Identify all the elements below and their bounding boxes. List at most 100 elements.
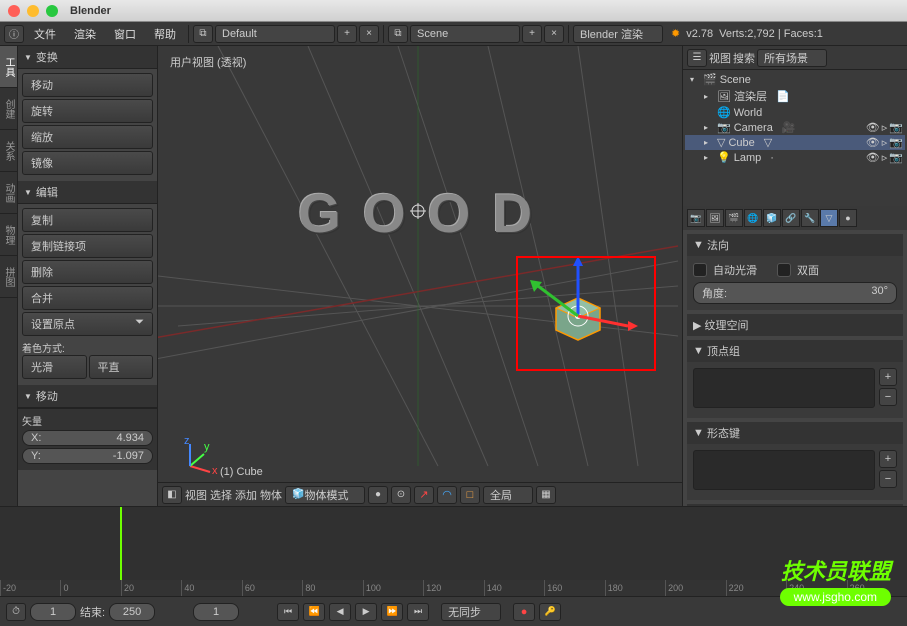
auto-keyframe-button[interactable]: ● xyxy=(513,603,535,621)
set-origin-dropdown[interactable]: 设置原点⏷ xyxy=(22,312,153,336)
editor-type-icon[interactable]: ◧ xyxy=(162,486,182,504)
outliner-editor-icon[interactable]: ☰ xyxy=(687,49,707,67)
shading-solid-icon[interactable]: ● xyxy=(368,486,388,504)
vgroups-list[interactable] xyxy=(693,368,875,408)
x-field[interactable]: X:4.934 xyxy=(22,430,153,446)
outliner-view[interactable]: 视图 xyxy=(709,50,731,66)
tab-relations[interactable]: 关系 xyxy=(0,130,17,172)
prop-tab-render-icon[interactable]: 📷 xyxy=(687,209,705,227)
timeline-canvas[interactable]: -20020406080100120140160180200220240260 xyxy=(0,507,907,596)
sync-dropdown[interactable]: 无同步 xyxy=(441,603,501,621)
orientation-dropdown[interactable]: 全局 xyxy=(483,486,533,504)
prop-tab-constraints-icon[interactable]: 🔗 xyxy=(782,209,800,227)
layout-dropdown[interactable]: Default xyxy=(215,25,335,43)
end-frame-field[interactable]: 250 xyxy=(109,603,155,621)
vp-menu-select[interactable]: 选择 xyxy=(210,487,232,503)
remove-layout-button[interactable]: × xyxy=(359,25,379,43)
panel-transform-header[interactable]: ▼变换 xyxy=(18,46,157,69)
y-field[interactable]: Y:-1.097 xyxy=(22,448,153,464)
outliner-item[interactable]: 🌐World xyxy=(685,105,905,120)
minimize-icon[interactable] xyxy=(27,5,39,17)
outliner-item[interactable]: ▾🎬Scene xyxy=(685,72,905,87)
current-frame-field[interactable]: 1 xyxy=(193,603,239,621)
delete-button[interactable]: 删除 xyxy=(22,260,153,284)
shapekeys-panel-header[interactable]: ▼ 形态键 xyxy=(687,422,903,444)
keyframe-next-button[interactable]: ⏩ xyxy=(381,603,403,621)
prop-tab-renderlayers-icon[interactable]: 🖼 xyxy=(706,209,724,227)
prop-tab-material-icon[interactable]: ● xyxy=(839,209,857,227)
outliner-item[interactable]: ▸🖼渲染层📄 xyxy=(685,87,905,105)
outliner-filter-dropdown[interactable]: 所有场景 xyxy=(757,49,827,67)
shapekey-add-button[interactable]: + xyxy=(879,450,897,468)
scene-browse-icon[interactable]: ⧉ xyxy=(388,25,408,43)
3d-viewport[interactable]: GOOD 用户视图 (透视) (1) Cube x y z ◧ 视图 选择 添加… xyxy=(158,46,682,506)
scale-button[interactable]: 缩放 xyxy=(22,125,153,149)
play-button[interactable]: ▶ xyxy=(355,603,377,621)
join-button[interactable]: 合并 xyxy=(22,286,153,310)
outliner-item[interactable]: ▸💡Lamp·👁▹📷 xyxy=(685,150,905,165)
translate-button[interactable]: 移动 xyxy=(22,73,153,97)
mode-dropdown[interactable]: 🧊 物体模式 xyxy=(285,486,365,504)
shapekeys-list[interactable] xyxy=(693,450,875,490)
vgroup-add-button[interactable]: + xyxy=(879,368,897,386)
pivot-icon[interactable]: ⊙ xyxy=(391,486,411,504)
keyframe-prev-button[interactable]: ⏪ xyxy=(303,603,325,621)
prop-tab-data-icon[interactable]: ▽ xyxy=(820,209,838,227)
angle-field[interactable]: 角度:30° xyxy=(693,282,897,304)
tab-create[interactable]: 创建 xyxy=(0,88,17,130)
timeline-editor-icon[interactable]: ⏱ xyxy=(6,603,26,621)
shapekey-remove-button[interactable]: − xyxy=(879,470,897,488)
shade-smooth-button[interactable]: 光滑 xyxy=(22,355,87,379)
vgroup-remove-button[interactable]: − xyxy=(879,388,897,406)
vgroups-panel-header[interactable]: ▼ 顶点组 xyxy=(687,340,903,362)
add-layout-button[interactable]: + xyxy=(337,25,357,43)
tab-greasepencil[interactable]: 拼图 xyxy=(0,256,17,298)
tab-animation[interactable]: 动画 xyxy=(0,172,17,214)
prop-tab-object-icon[interactable]: 🧊 xyxy=(763,209,781,227)
menu-help[interactable]: 帮助 xyxy=(146,24,184,44)
vp-menu-view[interactable]: 视图 xyxy=(185,487,207,503)
duplicate-button[interactable]: 复制 xyxy=(22,208,153,232)
info-editor-icon[interactable]: ⓘ xyxy=(4,25,24,43)
tab-tools[interactable]: 工具 xyxy=(0,46,17,88)
rotate-button[interactable]: 旋转 xyxy=(22,99,153,123)
manipulator-scale-icon[interactable]: □ xyxy=(460,486,480,504)
shade-flat-button[interactable]: 平直 xyxy=(89,355,154,379)
tab-physics[interactable]: 物理 xyxy=(0,214,17,256)
vp-menu-add[interactable]: 添加 xyxy=(235,487,257,503)
vp-menu-object[interactable]: 物体 xyxy=(260,487,282,503)
menu-file[interactable]: 文件 xyxy=(26,24,64,44)
add-scene-button[interactable]: + xyxy=(522,25,542,43)
maximize-icon[interactable] xyxy=(46,5,58,17)
auto-smooth-checkbox[interactable] xyxy=(693,263,707,277)
manipulator-translate-icon[interactable]: ↗ xyxy=(414,486,434,504)
render-engine-dropdown[interactable]: Blender 渲染 xyxy=(573,25,663,43)
uvmaps-panel-header[interactable]: ▶ UV 贴图 xyxy=(687,504,903,506)
duplicate-linked-button[interactable]: 复制链接项 xyxy=(22,234,153,258)
normals-panel-header[interactable]: ▼ 法向 xyxy=(687,234,903,256)
outliner-item[interactable]: ▸▽Cube▽👁▹📷 xyxy=(685,135,905,150)
manipulator-rotate-icon[interactable]: ◠ xyxy=(437,486,457,504)
menu-window[interactable]: 窗口 xyxy=(106,24,144,44)
layers-icon[interactable]: ▦ xyxy=(536,486,556,504)
prop-tab-scene-icon[interactable]: 🎬 xyxy=(725,209,743,227)
jump-start-button[interactable]: ⏮ xyxy=(277,603,299,621)
menu-render[interactable]: 渲染 xyxy=(66,24,104,44)
outliner-item[interactable]: ▸📷Camera🎥👁▹📷 xyxy=(685,120,905,135)
scene-dropdown[interactable]: Scene xyxy=(410,25,520,43)
operator-panel-header[interactable]: ▼移动 xyxy=(18,385,157,408)
prop-tab-modifiers-icon[interactable]: 🔧 xyxy=(801,209,819,227)
back-to-previous-icon[interactable]: ⧉ xyxy=(193,25,213,43)
start-frame-field[interactable]: 1 xyxy=(30,603,76,621)
outliner-search[interactable]: 搜索 xyxy=(733,50,755,66)
close-icon[interactable] xyxy=(8,5,20,17)
prop-tab-world-icon[interactable]: 🌐 xyxy=(744,209,762,227)
mirror-button[interactable]: 镜像 xyxy=(22,151,153,175)
play-reverse-button[interactable]: ◀ xyxy=(329,603,351,621)
remove-scene-button[interactable]: × xyxy=(544,25,564,43)
jump-end-button[interactable]: ⏭ xyxy=(407,603,429,621)
panel-edit-header[interactable]: ▼编辑 xyxy=(18,181,157,204)
double-sided-checkbox[interactable] xyxy=(777,263,791,277)
keying-set-button[interactable]: 🔑 xyxy=(539,603,561,621)
texspace-panel-header[interactable]: ▶ 纹理空间 xyxy=(687,314,903,336)
